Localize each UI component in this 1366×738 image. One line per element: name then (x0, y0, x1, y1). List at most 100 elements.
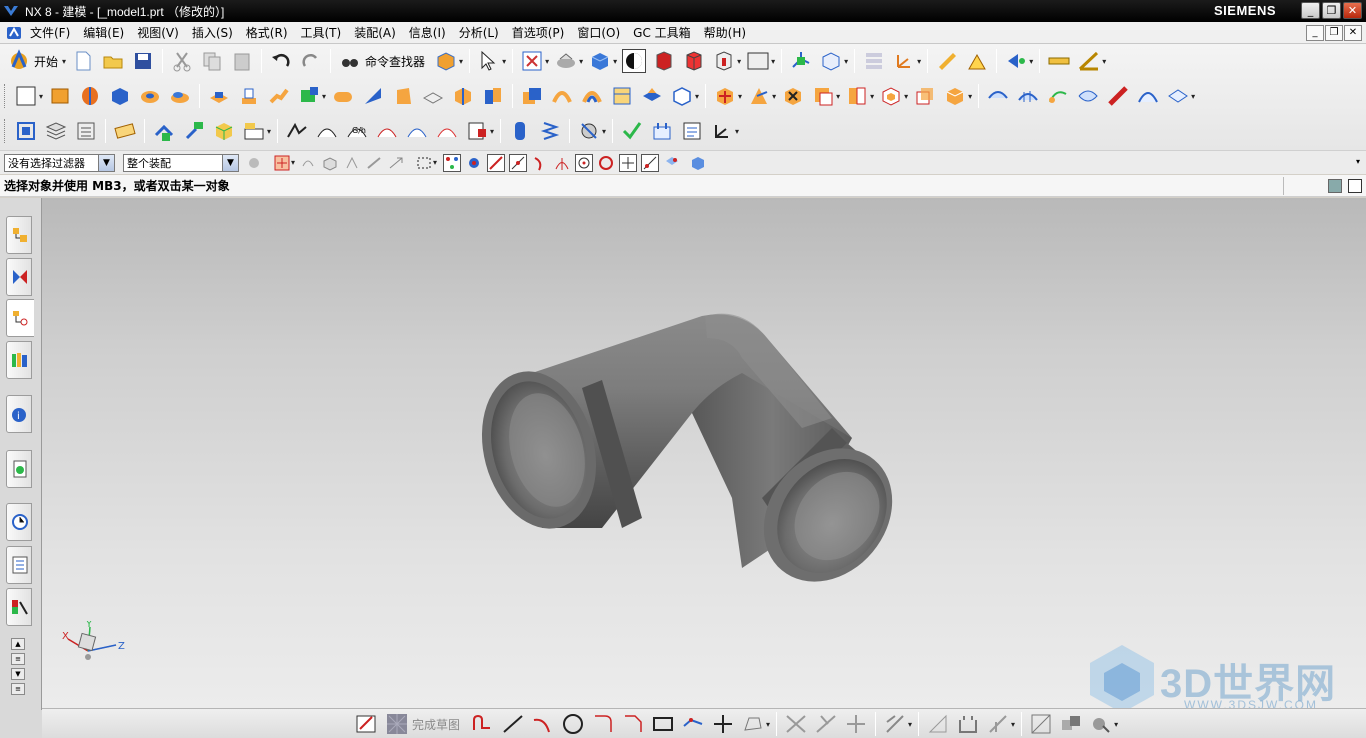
draft-icon[interactable] (610, 84, 634, 108)
chevron-down-icon[interactable]: ▼ (222, 154, 238, 171)
through-curve-mesh-icon[interactable] (1016, 84, 1040, 108)
groove-icon[interactable] (297, 84, 321, 108)
dropdown-arrow-icon[interactable]: ▾ (695, 92, 699, 101)
check-mate-icon[interactable] (650, 119, 674, 143)
profile-icon[interactable] (471, 712, 495, 736)
sketch-dimension-icon[interactable] (883, 712, 907, 736)
emboss-icon[interactable] (781, 84, 805, 108)
cylinder-icon[interactable] (331, 84, 355, 108)
shaded-view-icon[interactable] (588, 49, 612, 73)
polygon-icon[interactable] (681, 712, 705, 736)
dropdown-arrow-icon[interactable]: ▾ (738, 92, 742, 101)
quality-check-icon[interactable] (620, 119, 644, 143)
dropdown-arrow-icon[interactable]: ▾ (968, 92, 972, 101)
scale-body-icon[interactable] (670, 84, 694, 108)
infer-constraints-icon[interactable] (1089, 712, 1113, 736)
close-button[interactable]: ✕ (1343, 2, 1362, 19)
menu-edit[interactable]: 编辑(E) (79, 24, 133, 41)
view-cube-red-icon[interactable] (652, 49, 676, 73)
sketch-icon[interactable] (14, 84, 38, 108)
mdi-close-button[interactable]: ✕ (1344, 25, 1362, 41)
gc-surface-icon[interactable] (315, 119, 339, 143)
start-button[interactable]: 开始 (34, 53, 58, 70)
fullscreen-icon[interactable] (1348, 179, 1362, 193)
dropdown-arrow-icon[interactable]: ▾ (1114, 720, 1118, 729)
dropdown-arrow-icon[interactable]: ▾ (917, 57, 921, 66)
dropdown-arrow-icon[interactable]: ▾ (579, 57, 583, 66)
system-visualization-tab[interactable] (6, 588, 32, 626)
split-body-icon[interactable] (481, 84, 505, 108)
dropdown-arrow-icon[interactable]: ▾ (459, 57, 463, 66)
history-tab[interactable] (6, 450, 32, 488)
dropdown-arrow-icon[interactable]: ▾ (870, 92, 874, 101)
selection-icon[interactable] (477, 49, 501, 73)
edit-object-display-icon[interactable] (935, 49, 959, 73)
snap-intersection-icon[interactable] (553, 154, 571, 172)
roles-tab[interactable] (6, 546, 32, 584)
pad-icon[interactable] (207, 84, 231, 108)
shell-icon[interactable] (421, 84, 445, 108)
face-blend-icon[interactable] (1106, 84, 1130, 108)
measure-angle-icon[interactable] (1077, 49, 1101, 73)
dropdown-arrow-icon[interactable]: ▾ (908, 720, 912, 729)
patch-body-icon[interactable] (943, 84, 967, 108)
wrap-geometry-icon[interactable] (913, 84, 937, 108)
assembly-add-icon[interactable] (152, 119, 176, 143)
assembly-navigator-tab[interactable] (6, 216, 32, 254)
layer-stack-icon[interactable] (44, 119, 68, 143)
dropdown-arrow-icon[interactable]: ▾ (904, 92, 908, 101)
fit-view-icon[interactable] (520, 49, 544, 73)
snap-existing-point-icon[interactable] (619, 153, 638, 172)
menu-tools[interactable]: 工具(T) (297, 24, 351, 41)
snap-line-icon[interactable] (487, 153, 506, 172)
undo-icon[interactable] (269, 49, 293, 73)
toolbar-options-icon[interactable]: ▾ (1356, 157, 1360, 166)
fillet-icon[interactable] (591, 712, 615, 736)
through-curves-icon[interactable] (986, 84, 1010, 108)
dropdown-arrow-icon[interactable]: ▾ (737, 57, 741, 66)
dropdown-arrow-icon[interactable]: ▾ (772, 92, 776, 101)
type-filter-dropdown[interactable]: 没有选择过滤器 ▼ (4, 153, 115, 172)
select-feature-icon[interactable] (299, 154, 317, 172)
gc-check-icon[interactable]: G/h (345, 119, 369, 143)
menu-help[interactable]: 帮助(H) (700, 24, 755, 41)
mirror-feature-icon[interactable] (747, 84, 771, 108)
finish-sketch-icon[interactable] (385, 712, 409, 736)
gc-spreadsheet-icon[interactable] (465, 119, 489, 143)
menu-preferences[interactable]: 首选项(P) (508, 24, 574, 41)
convert-reference-icon[interactable] (1029, 712, 1053, 736)
quick-trim-icon[interactable] (784, 712, 808, 736)
snap-point-on-curve-icon[interactable] (641, 153, 660, 172)
paste-icon[interactable] (230, 49, 254, 73)
binoculars-icon[interactable] (338, 49, 362, 73)
dropdown-arrow-icon[interactable]: ▾ (735, 127, 739, 136)
chamfer-sketch-icon[interactable] (621, 712, 645, 736)
measure-distance-icon[interactable] (1047, 49, 1071, 73)
snap-endpoint-icon[interactable] (443, 153, 462, 172)
status-icon[interactable] (1328, 179, 1342, 193)
geometric-constraint-icon[interactable] (926, 712, 950, 736)
select-face-icon[interactable] (343, 154, 361, 172)
graphics-window[interactable]: X Y Z 3D世界网 WWW.3DSJW.COM (42, 198, 1366, 708)
styled-sweep-icon[interactable] (1166, 84, 1190, 108)
layer-list-icon[interactable] (74, 119, 98, 143)
menu-format[interactable]: 格式(R) (242, 24, 297, 41)
report-icon[interactable] (680, 119, 704, 143)
alternate-solution-icon[interactable] (1059, 712, 1083, 736)
analysis-icon[interactable] (965, 49, 989, 73)
redo-icon[interactable] (299, 49, 323, 73)
gc-check-red-icon[interactable] (375, 119, 399, 143)
part-navigator-icon[interactable] (434, 49, 458, 73)
restore-button[interactable]: ❐ (1322, 2, 1341, 19)
part-navigator-tab[interactable] (6, 299, 34, 337)
select-body-icon[interactable] (321, 154, 339, 172)
studio-surface-icon[interactable] (1136, 84, 1160, 108)
dropdown-arrow-icon[interactable]: ▾ (545, 57, 549, 66)
rectangle-select-icon[interactable] (415, 154, 433, 172)
chevron-down-icon[interactable]: ▼ (98, 154, 114, 171)
slot-icon[interactable] (267, 84, 291, 108)
scroll-up-icon[interactable]: ▲ (11, 638, 25, 650)
thicken-icon[interactable] (811, 84, 835, 108)
menu-view[interactable]: 视图(V) (133, 24, 188, 41)
dropdown-arrow-icon[interactable]: ▾ (836, 92, 840, 101)
